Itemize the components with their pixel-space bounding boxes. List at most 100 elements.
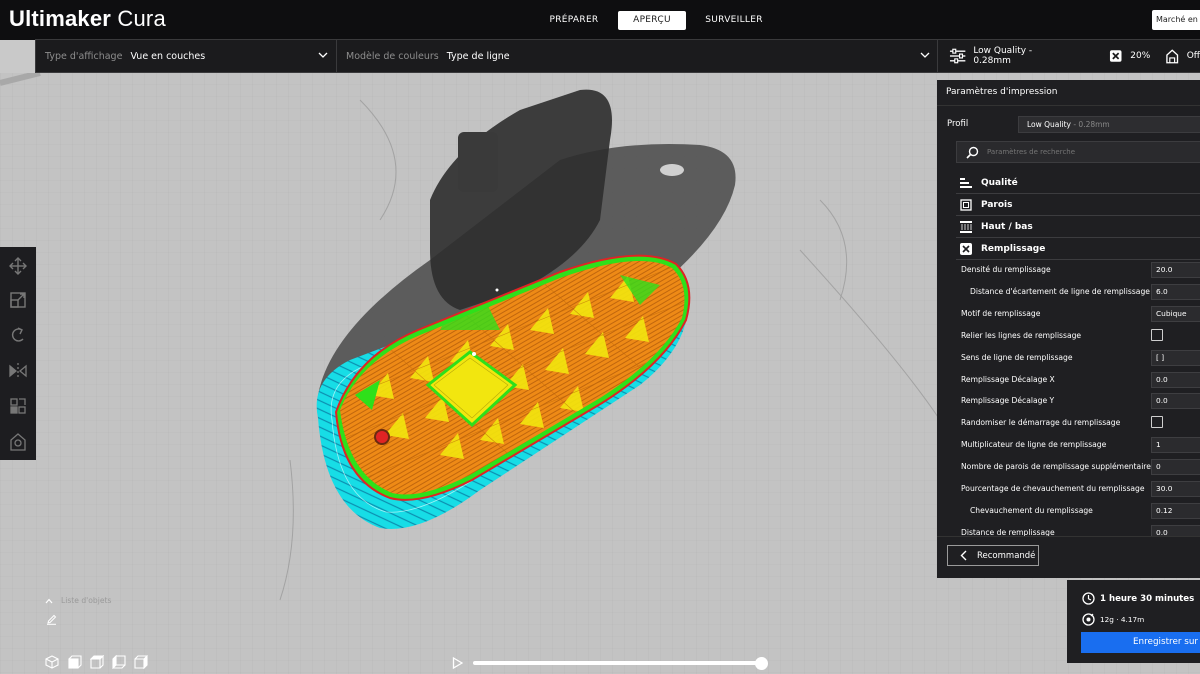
chevron-down-icon <box>318 52 328 58</box>
setting-field[interactable]: 6.0 <box>1151 283 1200 300</box>
front-view-icon[interactable] <box>68 655 82 669</box>
search-input[interactable] <box>987 146 1187 158</box>
setting-label: Multiplicateur de ligne de remplissage <box>961 440 1107 450</box>
infill-icon <box>960 243 972 255</box>
setting-row: Pourcentage de chevauchement du rempliss… <box>937 478 1200 500</box>
right-view-icon[interactable] <box>134 655 148 669</box>
infill-icon <box>1109 50 1122 62</box>
setting-label: Remplissage Décalage Y <box>961 396 1055 406</box>
material-usage: 12g · 4.17m <box>1100 615 1145 624</box>
clock-icon <box>1082 592 1095 605</box>
object-list-toggle[interactable]: Liste d'objets <box>45 596 111 605</box>
rotate-icon[interactable] <box>8 325 28 345</box>
setting-row: Randomiser le démarrage du remplissage <box>937 412 1200 434</box>
profile-dropdown[interactable]: Low Quality - 0.28mm <box>1018 116 1200 133</box>
support-summary: Off <box>1186 51 1200 61</box>
setting-label: Nombre de parois de remplissage suppléme… <box>961 462 1151 472</box>
profile-summary: Low Quality - 0.28mm <box>973 46 1033 66</box>
setting-row: Distance d'écartement de ligne de rempli… <box>937 281 1200 303</box>
setting-field[interactable]: 0.0 <box>1151 371 1200 388</box>
setting-field[interactable]: 0 <box>1151 459 1200 476</box>
tab-preview[interactable]: APERÇU <box>618 11 686 30</box>
setting-row: Sens de ligne de remplissage [ ] <box>937 347 1200 369</box>
app-logo: Ultimaker Cura <box>9 6 166 32</box>
setting-label: Sens de ligne de remplissage <box>961 352 1073 362</box>
top-bar: Ultimaker Cura PRÉPARER APERÇU SURVEILLE… <box>0 0 1200 40</box>
chevron-left-icon <box>960 550 967 561</box>
pencil-icon[interactable] <box>46 614 57 625</box>
view-type-dropdown[interactable]: Type d'affichage Vue en couches <box>45 40 335 72</box>
category-label: Haut / bas <box>981 222 1033 232</box>
setting-row: Relier les lignes de remplissage <box>937 325 1200 347</box>
profile-label: Profil <box>947 119 969 129</box>
move-icon[interactable] <box>8 256 28 276</box>
setting-label: Densité du remplissage <box>961 265 1051 274</box>
panel-title: Paramètres d'impression <box>946 87 1058 97</box>
setting-field[interactable]: 0.0 <box>1151 393 1200 410</box>
play-icon[interactable] <box>452 657 463 669</box>
color-scheme-dropdown[interactable]: Modèle de couleurs Type de ligne <box>346 40 936 72</box>
tab-prepare[interactable]: PRÉPARER <box>538 11 610 30</box>
per-model-settings-icon[interactable] <box>8 396 28 416</box>
view-type-label: Type d'affichage <box>45 50 123 62</box>
spool-icon <box>1082 613 1095 626</box>
setting-field[interactable]: 1 <box>1151 437 1200 454</box>
mirror-icon[interactable] <box>8 361 28 381</box>
infill-summary: 20% <box>1130 51 1151 61</box>
setting-checkbox[interactable] <box>1151 328 1163 341</box>
category-infill[interactable]: Remplissage <box>956 239 1200 260</box>
setting-field[interactable]: 20.0 <box>1151 262 1200 278</box>
setting-checkbox[interactable] <box>1151 416 1163 429</box>
chevron-up-icon <box>45 598 53 603</box>
setting-row: Remplissage Décalage Y 0.0 <box>937 390 1200 412</box>
search-icon <box>966 146 979 159</box>
chevron-down-icon <box>920 52 930 58</box>
setting-field[interactable]: [ ] <box>1151 349 1200 366</box>
tab-monitor[interactable]: SURVEILLER <box>696 11 772 30</box>
print-settings-panel: Paramètres d'impression Profil Low Quali… <box>937 80 1200 578</box>
3d-view-icon[interactable] <box>45 655 59 669</box>
simulation-slider-track[interactable] <box>473 661 763 665</box>
profile-subvalue: - 0.28mm <box>1070 120 1110 129</box>
recommended-label: Recommandé <box>977 550 1036 561</box>
top-bottom-icon <box>960 221 972 233</box>
support-blocker-icon[interactable] <box>8 432 28 452</box>
category-walls[interactable]: Parois <box>956 195 1200 216</box>
divider <box>336 40 337 72</box>
simulation-slider-handle[interactable] <box>755 657 768 670</box>
support-icon <box>1166 48 1179 63</box>
settings-sliders-icon <box>949 48 966 64</box>
print-setup-selector[interactable]: Low Quality - 0.28mm 20% Off <box>938 39 1200 73</box>
setting-label: Distance d'écartement de ligne de rempli… <box>970 286 1150 296</box>
setting-row: Motif de remplissage Cubique <box>937 303 1200 325</box>
setting-field[interactable]: Cubique <box>1151 305 1200 322</box>
setting-field[interactable]: 0.0 <box>1151 524 1200 536</box>
setting-label: Relier les lignes de remplissage <box>961 330 1082 340</box>
view-type-value: Vue en couches <box>130 50 206 62</box>
settings-search[interactable] <box>956 141 1200 163</box>
tool-sidebar <box>0 247 36 460</box>
setting-row: Remplissage Décalage X 0.0 <box>937 369 1200 391</box>
quality-icon <box>960 178 972 188</box>
setting-label: Motif de remplissage <box>961 308 1041 318</box>
setting-label: Randomiser le démarrage du remplissage <box>961 418 1121 428</box>
settings-list[interactable]: Densité du remplissage 20.0 Distance d'éca… <box>937 259 1200 536</box>
color-scheme-value: Type de ligne <box>446 50 510 62</box>
setting-row: Chevauchement du remplissage 0.12 <box>937 500 1200 522</box>
left-view-icon[interactable] <box>112 655 126 669</box>
setting-field[interactable]: 0.12 <box>1151 502 1200 519</box>
category-label: Remplissage <box>981 244 1046 254</box>
category-quality[interactable]: Qualité <box>956 173 1200 194</box>
walls-icon <box>960 199 972 211</box>
scale-icon[interactable] <box>8 290 28 310</box>
top-view-icon[interactable] <box>90 655 104 669</box>
setting-field[interactable]: 30.0 <box>1151 481 1200 497</box>
category-top-bottom[interactable]: Haut / bas <box>956 217 1200 238</box>
marketplace-button[interactable]: Marché en ligne <box>1152 10 1200 30</box>
divider <box>937 536 1200 537</box>
save-to-disk-button[interactable]: Enregistrer sur le disque <box>1081 632 1200 653</box>
app-name-bold: Ultimaker <box>9 6 112 31</box>
recommended-button[interactable]: Recommandé <box>947 545 1039 566</box>
divider <box>937 105 1200 106</box>
setting-label: Remplissage Décalage X <box>961 374 1055 384</box>
